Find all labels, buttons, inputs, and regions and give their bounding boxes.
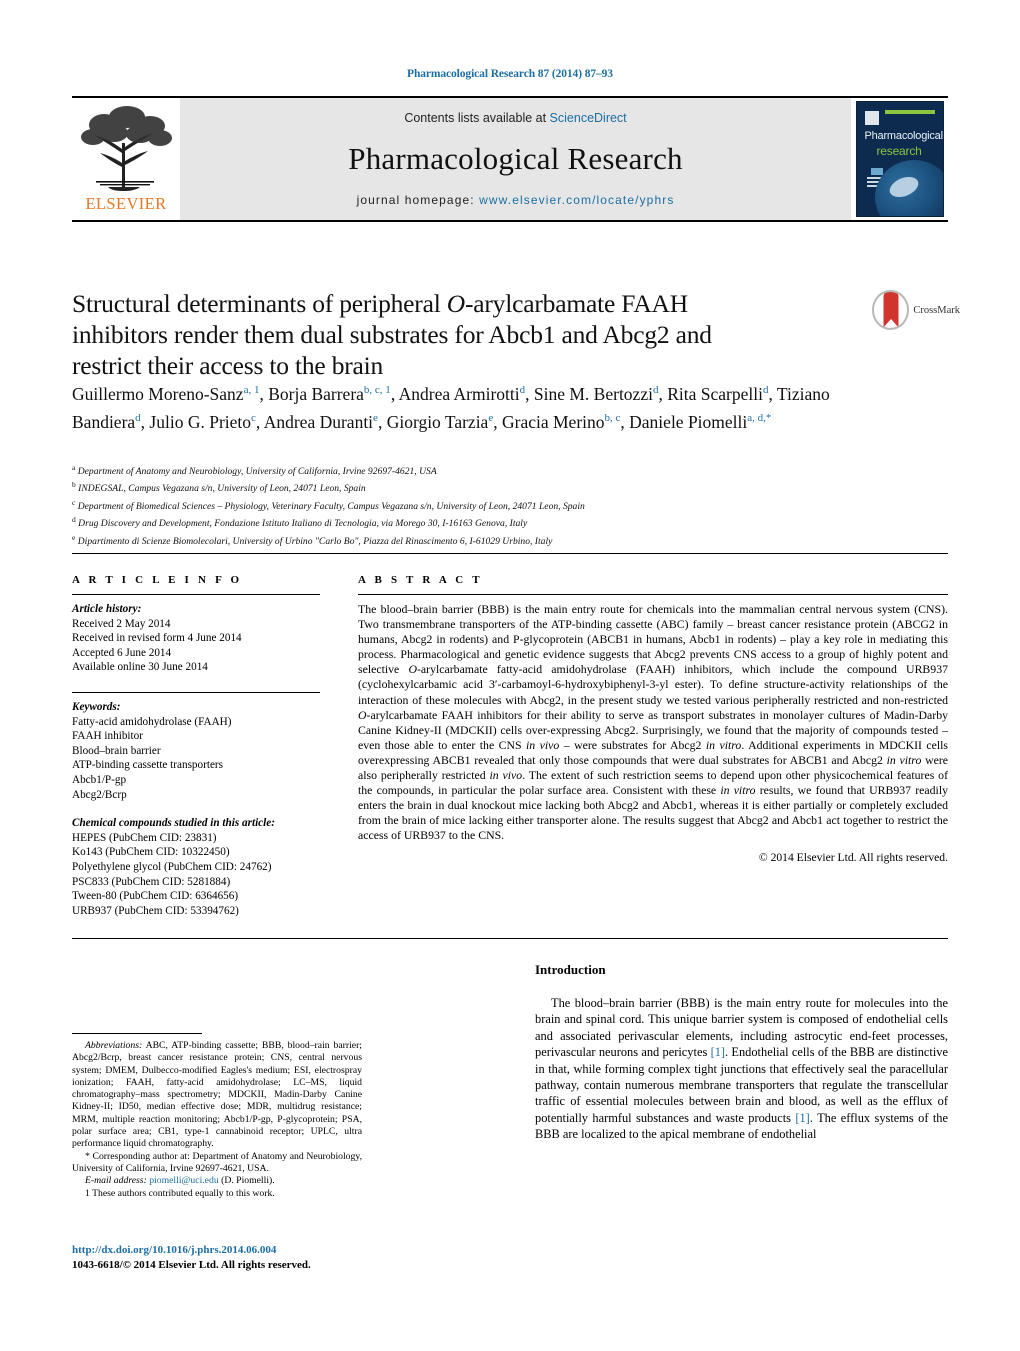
compound-item: Polyethylene glycol (PubChem CID: 24762) [72, 860, 272, 873]
divider-above-info [72, 553, 948, 554]
email-note: E-mail address: piomelli@uci.edu (D. Pio… [72, 1175, 362, 1187]
title-block: Structural determinants of peripheral O-… [72, 288, 862, 381]
affiliation-list: a Department of Anatomy and Neurobiology… [72, 461, 952, 548]
title-line3: restrict their access to the brain [72, 351, 384, 380]
compound-item: PSC833 (PubChem CID: 5281884) [72, 875, 231, 888]
abbreviations-text: ABC, ATP-binding cassette; BBB, blood–ra… [72, 1040, 362, 1150]
article-history: Article history: Received 2 May 2014 Rec… [72, 602, 320, 675]
homepage-prefix: journal homepage: [356, 193, 480, 207]
keyword-item: ATP-binding cassette transporters [72, 759, 223, 772]
article-info-column: A R T I C L E I N F O Article history: R… [72, 574, 320, 918]
divider [358, 594, 948, 595]
keyword-item: FAAH inhibitor [72, 730, 143, 743]
corresponding-author-note: * Corresponding author at: Department of… [72, 1150, 362, 1174]
article-info-heading: A R T I C L E I N F O [72, 574, 243, 586]
cover-title-line2: research [876, 144, 922, 158]
affiliation-mark: c [72, 497, 76, 507]
cover-accent-bar [884, 110, 935, 114]
journal-title: Pharmacological Research [348, 141, 683, 176]
abstract-copyright: © 2014 Elsevier Ltd. All rights reserved… [758, 850, 948, 864]
affiliation-mark: e [72, 532, 76, 542]
introduction-section: Introduction The blood–brain barrier (BB… [535, 962, 948, 1143]
abbreviations-note: Abbreviations: ABC, ATP-binding cassette… [72, 1040, 362, 1151]
affiliation-text: Department of Biomedical Sciences – Phys… [77, 500, 585, 512]
email-link[interactable]: piomelli@uci.edu [149, 1175, 218, 1186]
history-item: Available online 30 June 2014 [72, 661, 208, 674]
keyword-item: Abcb1/P-gp [72, 773, 127, 786]
affiliation-item: b INDEGSAL, Campus Vegazana s/n, Univers… [72, 478, 952, 495]
cover-image: Pharmacological research [855, 101, 944, 217]
title-line2: inhibitors render them dual substrates f… [72, 320, 712, 349]
chemical-compounds-block: Chemical compounds studied in this artic… [72, 816, 320, 918]
contents-line: Contents lists available at ScienceDirec… [404, 111, 626, 125]
article-history-label: Article history: [72, 603, 142, 615]
equal-contribution-note: 1 These authors contributed equally to t… [85, 1187, 275, 1199]
compound-item: URB937 (PubChem CID: 53394762) [72, 904, 239, 917]
keyword-item: Abcg2/Bcrp [72, 788, 127, 801]
affiliation-text: Drug Discovery and Development, Fondazio… [78, 518, 528, 530]
affiliation-item: c Department of Biomedical Sciences – Ph… [72, 496, 952, 513]
affiliation-item: e Dipartimento di Scienze Biomolecolari,… [72, 531, 952, 548]
keyword-item: Fatty-acid amidohydrolase (FAAH) [72, 715, 232, 728]
affiliation-item: d Drug Discovery and Development, Fondaz… [72, 513, 952, 530]
cover-title-line1: Pharmacological [864, 130, 943, 142]
journal-cover-thumbnail: Pharmacological research [851, 98, 948, 220]
abstract-column: A B S T R A C T The blood–brain barrier … [358, 574, 948, 864]
introduction-heading: Introduction [535, 962, 606, 977]
sciencedirect-link[interactable]: ScienceDirect [550, 111, 627, 125]
author-list: Guillermo Moreno-Sanza, 1, Borja Barrera… [72, 383, 830, 433]
compound-item: Ko143 (PubChem CID: 10322450) [72, 846, 230, 859]
paper-page: Pharmacological Research 87 (2014) 87–93 [0, 0, 1020, 1351]
issn-copyright-line: 1043-6618/© 2014 Elsevier Ltd. All right… [72, 1258, 311, 1271]
journal-masthead: ELSEVIER Contents lists available at Sci… [72, 96, 948, 222]
compound-item: Tween-80 (PubChem CID: 6364656) [72, 890, 239, 903]
elsevier-tree-icon [81, 106, 172, 191]
affiliation-text: Department of Anatomy and Neurobiology, … [77, 466, 437, 478]
contents-prefix: Contents lists available at [404, 111, 550, 125]
keywords-label: Keywords: [72, 700, 121, 713]
masthead-center: Contents lists available at ScienceDirec… [180, 98, 851, 220]
journal-homepage-line: journal homepage: www.elsevier.com/locat… [357, 193, 675, 207]
footnote-separator [72, 1033, 202, 1034]
compound-item: HEPES (PubChem CID: 23831) [72, 831, 217, 844]
doi-link[interactable]: http://dx.doi.org/10.1016/j.phrs.2014.06… [72, 1243, 472, 1258]
title-line1-part1: Structural determinants of peripheral [72, 289, 447, 318]
email-suffix: (D. Piomelli). [218, 1175, 275, 1187]
crossmark-badge[interactable]: CrossMark [872, 288, 960, 332]
history-item: Received 2 May 2014 [72, 617, 171, 630]
abbreviations-label: Abbreviations: [85, 1040, 143, 1051]
elsevier-wordmark: ELSEVIER [85, 194, 167, 213]
affiliation-mark: d [72, 515, 76, 525]
affiliation-text: INDEGSAL, Campus Vegazana s/n, Universit… [78, 483, 366, 495]
history-item: Received in revised form 4 June 2014 [72, 632, 242, 645]
keyword-item: Blood–brain barrier [72, 744, 161, 757]
running-head: Pharmacological Research 87 (2014) 87–93 [407, 68, 613, 80]
affiliation-mark: b [72, 480, 76, 490]
title-line1-part2: -arylcarbamate FAAH [464, 289, 688, 318]
affiliation-mark: a [72, 463, 76, 472]
affiliation-item: a Department of Anatomy and Neurobiology… [72, 461, 952, 478]
doi-block: http://dx.doi.org/10.1016/j.phrs.2014.06… [72, 1243, 472, 1272]
footnotes-block: Abbreviations: ABC, ATP-binding cassette… [72, 1040, 362, 1200]
introduction-paragraph: The blood–brain barrier (BBB) is the mai… [535, 996, 948, 1142]
divider [72, 691, 320, 693]
email-label: E-mail address: [85, 1175, 147, 1187]
journal-homepage-link[interactable]: www.elsevier.com/locate/yphrs [479, 193, 674, 207]
divider [72, 594, 320, 595]
chemical-compounds-label: Chemical compounds studied in this artic… [72, 817, 275, 830]
keywords-block: Keywords: Fatty-acid amidohydrolase (FAA… [72, 700, 320, 802]
crossmark-icon [872, 290, 910, 330]
crossmark-label: CrossMark [913, 304, 960, 316]
affiliation-text: Dipartimento di Scienze Biomolecolari, U… [77, 535, 553, 547]
divider-below-abstract [72, 938, 948, 939]
elsevier-logo: ELSEVIER [72, 98, 180, 220]
history-item: Accepted 6 June 2014 [72, 646, 172, 659]
cover-publisher-mark-icon [864, 111, 879, 125]
page-title: Structural determinants of peripheral O-… [72, 288, 862, 381]
abstract-heading: A B S T R A C T [358, 574, 483, 586]
abstract-body: The blood–brain barrier (BBB) is the mai… [358, 602, 949, 843]
title-line1-italic: O [446, 289, 465, 318]
